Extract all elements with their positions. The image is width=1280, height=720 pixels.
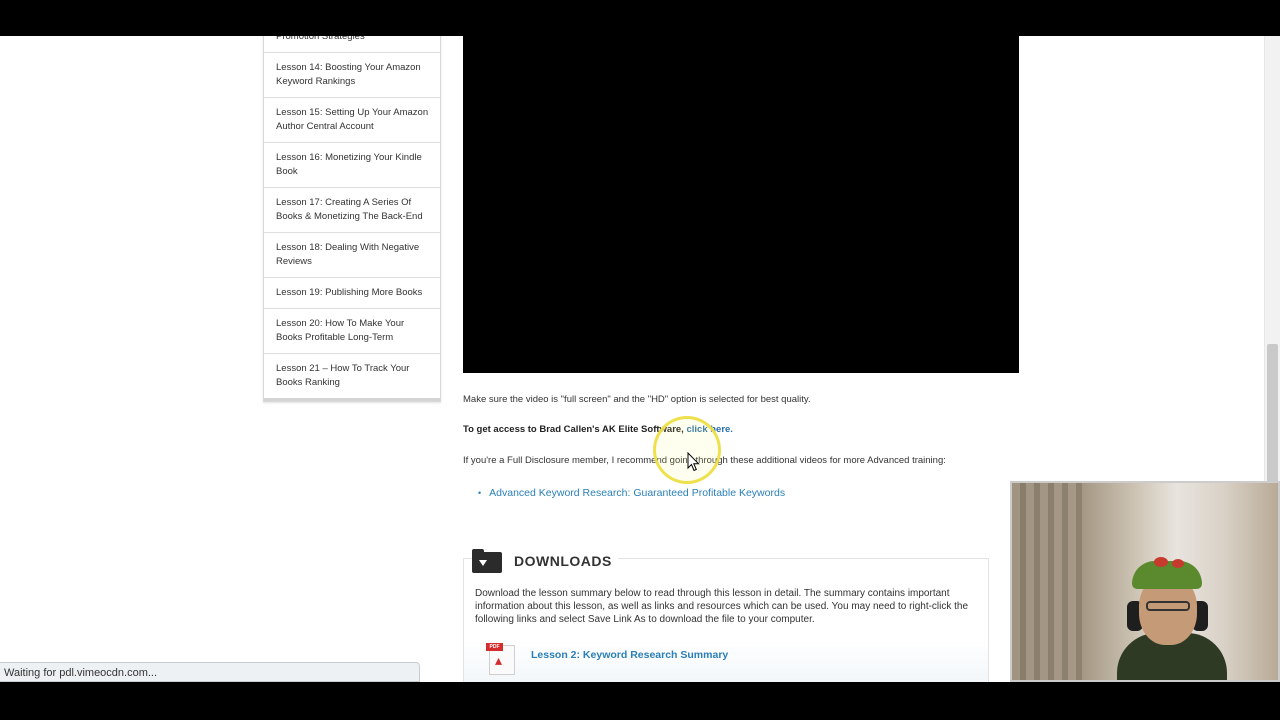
mouse-pointer-icon [687, 452, 700, 472]
downloads-header: DOWNLOADS [472, 549, 618, 573]
downloads-section: DOWNLOADS Download the lesson summary be… [463, 549, 989, 682]
sidebar-item-lesson-18[interactable]: Lesson 18: Dealing With Negative Reviews [264, 233, 440, 278]
lesson-summary-download-link[interactable]: Lesson 2: Keyword Research Summary [531, 649, 728, 661]
sidebar-item-lesson-20[interactable]: Lesson 20: How To Make Your Books Profit… [264, 309, 440, 354]
downloads-description: Download the lesson summary below to rea… [475, 588, 969, 625]
extra-video-link[interactable]: Advanced Keyword Research: Guaranteed Pr… [480, 487, 785, 499]
video-quality-note: Make sure the video is "full screen" and… [463, 394, 811, 405]
sidebar-item-promotion[interactable]: Promotion Strategies [264, 36, 440, 53]
downloads-title: DOWNLOADS [514, 553, 612, 569]
video-player[interactable] [463, 36, 1019, 373]
sidebar-item-lesson-14[interactable]: Lesson 14: Boosting Your Amazon Keyword … [264, 53, 440, 98]
sidebar-item-lesson-15[interactable]: Lesson 15: Setting Up Your Amazon Author… [264, 98, 440, 143]
cursor-highlight-ring [653, 416, 721, 484]
folder-download-icon [472, 549, 502, 573]
sidebar-item-lesson-16[interactable]: Lesson 16: Monetizing Your Kindle Book [264, 143, 440, 188]
browser-status-bar: Waiting for pdl.vimeocdn.com... [0, 662, 420, 682]
pdf-file-icon: PDF ▴ [486, 643, 516, 675]
pdf-badge-label: PDF [486, 643, 503, 651]
webcam-overlay [1010, 481, 1280, 682]
lesson-sidebar: Promotion Strategies Lesson 14: Boosting… [263, 36, 441, 402]
extra-videos-list: Advanced Keyword Research: Guaranteed Pr… [480, 487, 785, 499]
download-item: PDF ▴ Lesson 2: Keyword Research Summary [464, 639, 988, 682]
software-access-label: To get access to Brad Callen's AK Elite … [463, 424, 684, 435]
sidebar-item-lesson-19[interactable]: Lesson 19: Publishing More Books [264, 278, 440, 309]
sidebar-item-lesson-17[interactable]: Lesson 17: Creating A Series Of Books & … [264, 188, 440, 233]
sidebar-item-lesson-21[interactable]: Lesson 21 – How To Track Your Books Rank… [264, 354, 440, 401]
